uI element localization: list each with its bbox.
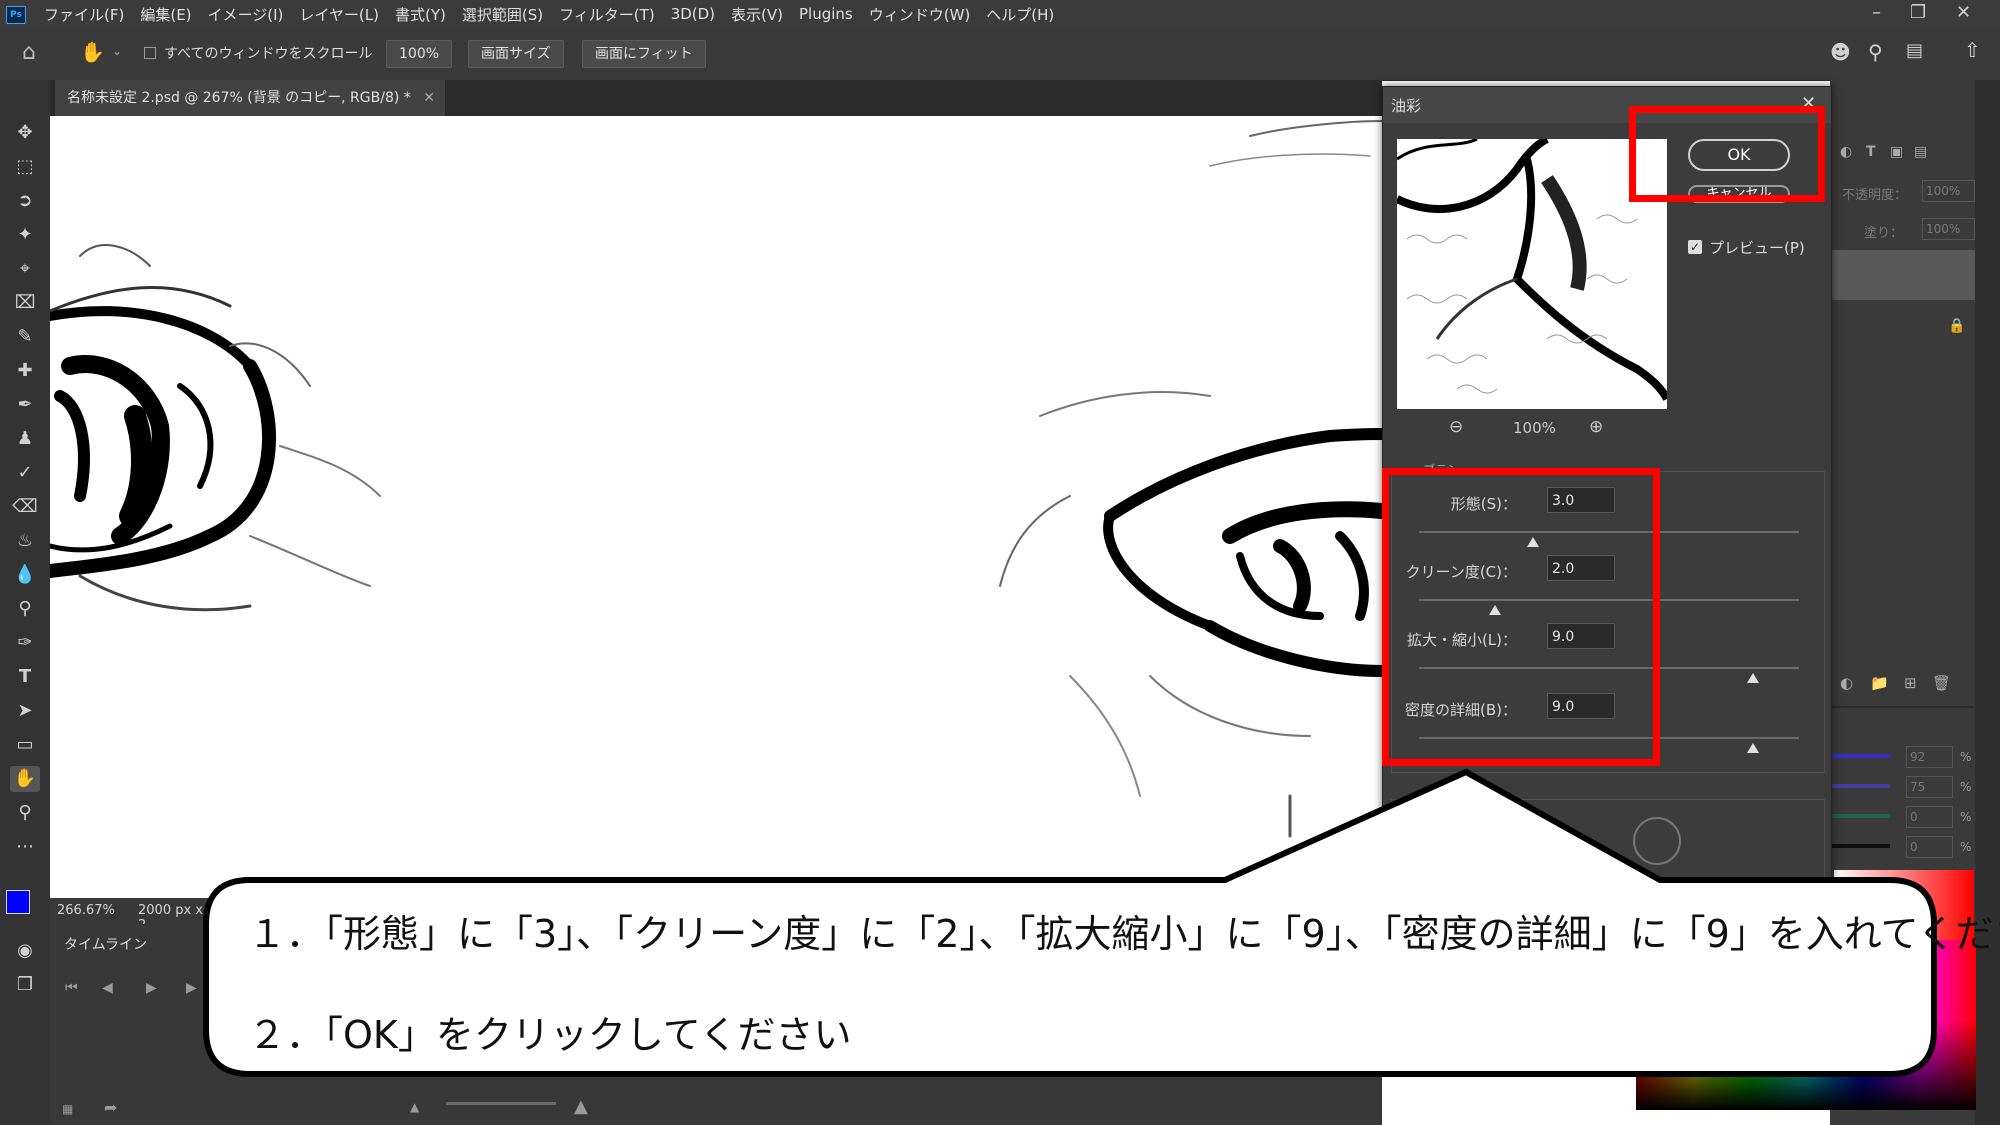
instruction-step-1: １．「形態」に「3」、「クリーン度」に「2」、「拡大縮小」に「9」、「密度の詳細… [248,912,2000,956]
instruction-step-2: ２．「OK」をクリックしてください [248,1013,852,1057]
